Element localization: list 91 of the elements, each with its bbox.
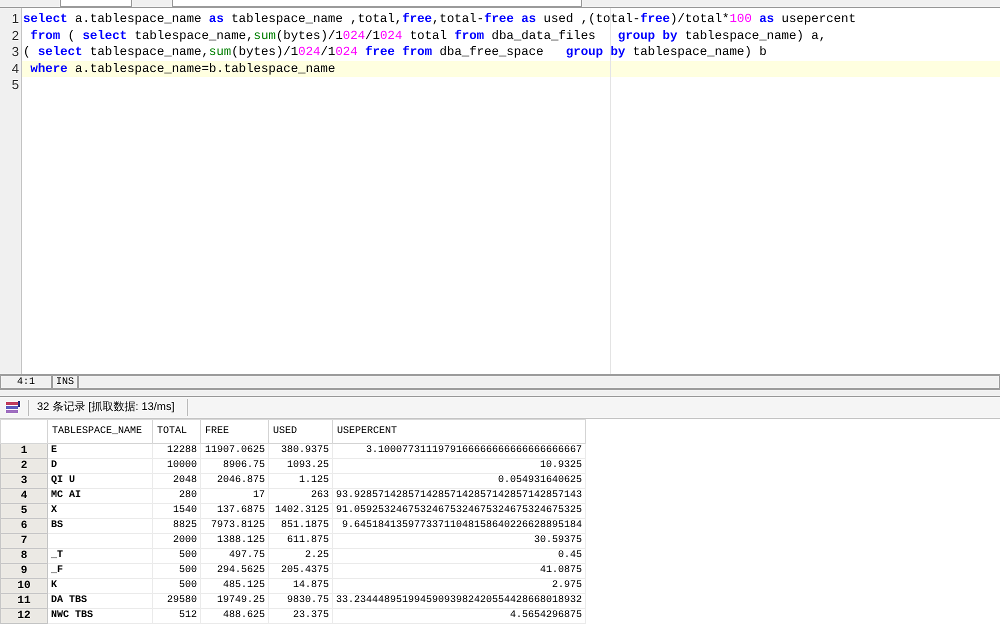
table-cell: E bbox=[48, 444, 152, 458]
line-number: 2 bbox=[10, 28, 20, 44]
row-number[interactable]: 8 bbox=[0, 548, 48, 564]
table-cell: 12288 bbox=[152, 444, 200, 458]
table-cell: 500 bbox=[152, 548, 200, 564]
table-cell: 17 bbox=[200, 488, 268, 504]
table-cell: NWC TBS bbox=[48, 608, 152, 624]
table-cell: 294.5625 bbox=[200, 564, 268, 578]
table-cell: 611.875 bbox=[268, 534, 332, 548]
table-cell: 7973.8125 bbox=[200, 518, 268, 534]
table-cell: 1.125 bbox=[268, 474, 332, 488]
line-number: 3 bbox=[10, 44, 20, 60]
table-cell: 91.05925324675324675324675324675324675325 bbox=[332, 504, 586, 518]
table-cell: 1540 bbox=[152, 504, 200, 518]
table-cell: 485.125 bbox=[200, 578, 268, 594]
row-number[interactable]: 5 bbox=[0, 504, 48, 518]
table-cell: 29580 bbox=[152, 594, 200, 608]
table-cell: 263 bbox=[268, 488, 332, 504]
table-cell: 93.92857142857142857142857142857142857143 bbox=[332, 488, 586, 504]
table-cell: 23.375 bbox=[268, 608, 332, 624]
table-cell: 11907.0625 bbox=[200, 444, 268, 458]
row-number[interactable]: 1 bbox=[0, 444, 48, 458]
table-cell: 1093.25 bbox=[268, 458, 332, 474]
line-number: 1 bbox=[10, 11, 20, 28]
table-cell: 41.0875 bbox=[332, 564, 586, 578]
table-cell: 500 bbox=[152, 578, 200, 594]
row-number[interactable]: 12 bbox=[0, 608, 48, 624]
table-cell: QI U bbox=[48, 474, 152, 488]
table-cell: 14.875 bbox=[268, 578, 332, 594]
table-cell: 2000 bbox=[152, 534, 200, 548]
table-cell: MC AI bbox=[48, 488, 152, 504]
table-cell: 0.45 bbox=[332, 548, 586, 564]
column-header[interactable]: TABLESPACE_NAME bbox=[48, 420, 152, 444]
insert-mode: INS bbox=[52, 375, 78, 389]
table-cell: 8906.75 bbox=[200, 458, 268, 474]
schema-field[interactable] bbox=[172, 0, 582, 7]
row-number[interactable]: 9 bbox=[0, 564, 48, 578]
column-header[interactable]: USEPERCENT bbox=[332, 420, 586, 444]
table-cell: 8825 bbox=[152, 518, 200, 534]
row-number[interactable]: 3 bbox=[0, 474, 48, 488]
column-header[interactable]: TOTAL bbox=[152, 420, 200, 444]
row-number[interactable]: 11 bbox=[0, 594, 48, 608]
table-cell: _F bbox=[48, 564, 152, 578]
table-cell: 1388.125 bbox=[200, 534, 268, 548]
table-cell: 380.9375 bbox=[268, 444, 332, 458]
database-field[interactable] bbox=[60, 0, 132, 7]
row-number[interactable]: 10 bbox=[0, 578, 48, 594]
table-cell: 137.6875 bbox=[200, 504, 268, 518]
table-cell: 2.25 bbox=[268, 548, 332, 564]
table-cell: 512 bbox=[152, 608, 200, 624]
row-number[interactable]: 2 bbox=[0, 458, 48, 474]
table-cell: X bbox=[48, 504, 152, 518]
table-cell: 4.5654296875 bbox=[332, 608, 586, 624]
table-cell: 205.4375 bbox=[268, 564, 332, 578]
column-header[interactable]: FREE bbox=[200, 420, 268, 444]
table-cell: K bbox=[48, 578, 152, 594]
table-cell: 497.75 bbox=[200, 548, 268, 564]
row-number[interactable]: 4 bbox=[0, 488, 48, 504]
grid-icon[interactable] bbox=[6, 401, 20, 414]
table-cell: D bbox=[48, 458, 152, 474]
code-line: select a.tablespace_name as tablespace_name ,total,free,total-free as used ,(total-free)/total*100 as usepercent bbox=[23, 12, 856, 26]
table-cell: 19749.25 bbox=[200, 594, 268, 608]
line-number: 4 bbox=[10, 60, 20, 77]
table-cell: 280 bbox=[152, 488, 200, 504]
row-number[interactable]: 7 bbox=[0, 534, 48, 548]
table-cell: _T bbox=[48, 548, 152, 564]
table-cell: 851.1875 bbox=[268, 518, 332, 534]
table-cell: 33.23444895199459093982420554428668018932 bbox=[332, 594, 586, 608]
table-cell: DA TBS bbox=[48, 594, 152, 608]
table-cell: 10000 bbox=[152, 458, 200, 474]
cursor-position: 4:1 bbox=[0, 375, 52, 389]
table-cell: 0.054931640625 bbox=[332, 474, 586, 488]
table-cell: 9.64518413597733711048158640226628895184 bbox=[332, 518, 586, 534]
record-count: 32 条记录 [抓取数据: 13/ms] bbox=[37, 399, 188, 416]
table-cell: 2048 bbox=[152, 474, 200, 488]
table-cell: BS bbox=[48, 518, 152, 534]
code-line: ( select tablespace_name,sum(bytes)/1024/1024 free from dba_free_space group by tablespace_name) b bbox=[23, 45, 767, 59]
table-cell: 30.59375 bbox=[332, 534, 586, 548]
table-cell: 3.1000773111979166666666666666666667 bbox=[332, 444, 586, 458]
line-number: 5 bbox=[10, 77, 20, 94]
code-line: from ( select tablespace_name,sum(bytes)/1024/1024 total from dba_data_files group by tablespace_name) a, bbox=[29, 28, 826, 42]
table-cell: 1402.3125 bbox=[268, 504, 332, 518]
table-cell: 10.9325 bbox=[332, 458, 586, 474]
table-cell: 488.625 bbox=[200, 608, 268, 624]
code-line: where a.tablespace_name=b.tablespace_name bbox=[29, 62, 336, 76]
table-cell: 2046.875 bbox=[200, 474, 268, 488]
column-header[interactable]: USED bbox=[268, 420, 332, 444]
table-cell: 9830.75 bbox=[268, 594, 332, 608]
row-number[interactable]: 6 bbox=[0, 518, 48, 534]
table-cell: 500 bbox=[152, 564, 200, 578]
table-cell: 2.975 bbox=[332, 578, 586, 594]
